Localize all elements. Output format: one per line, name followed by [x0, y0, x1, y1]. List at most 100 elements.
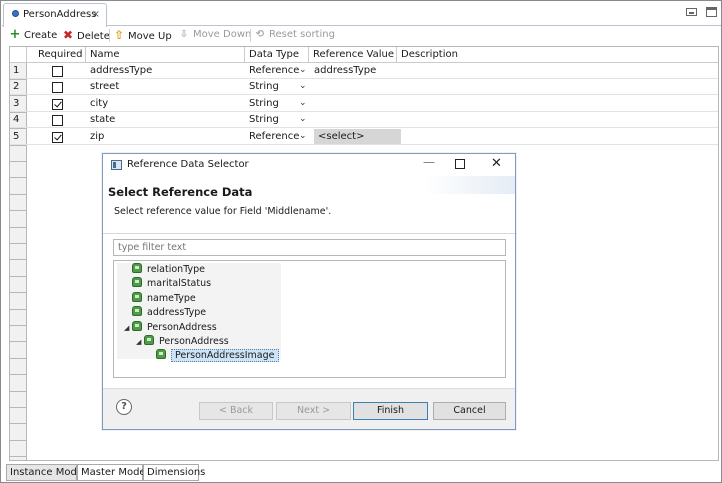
header-data-type[interactable]: Data Type: [245, 47, 309, 63]
tab-dimensions[interactable]: Dimensions: [143, 464, 205, 481]
tree-node[interactable]: PersonAddressImage: [148, 349, 279, 363]
chevron-down-icon[interactable]: ⌄: [299, 79, 307, 94]
reference-node-icon: [132, 291, 142, 302]
row-gridline: [10, 95, 27, 97]
help-icon[interactable]: ?: [116, 399, 132, 415]
close-icon[interactable]: ✕: [491, 156, 502, 171]
chevron-down-icon[interactable]: ⌄: [299, 112, 307, 127]
filter-input[interactable]: [113, 239, 506, 256]
tree-node-label: nameType: [147, 292, 196, 304]
table-header: Required Name Data Type Reference Value …: [10, 47, 718, 63]
move-up-button[interactable]: ⇧ Move Up: [113, 28, 172, 44]
field-name[interactable]: zip: [90, 129, 104, 144]
header-required[interactable]: Required: [27, 47, 86, 63]
maximize-icon[interactable]: [455, 159, 465, 169]
row-gridline: [10, 111, 27, 113]
data-type[interactable]: String: [249, 112, 279, 127]
row-gridline: [10, 193, 27, 195]
table-row[interactable]: 1 addressType Reference ⌄ addressType: [10, 63, 718, 79]
cancel-button[interactable]: Cancel: [433, 402, 506, 420]
field-name[interactable]: street: [90, 79, 119, 94]
field-name[interactable]: city: [90, 96, 108, 111]
row-gridline: [10, 308, 27, 310]
tree-node-label: PersonAddressImage: [171, 349, 279, 363]
minimize-view-button[interactable]: [686, 8, 697, 16]
delete-button[interactable]: ✖ Delete: [62, 28, 110, 44]
reset-sorting-button[interactable]: ⟲ Reset sorting: [254, 28, 335, 44]
chevron-down-icon[interactable]: ⌄: [299, 129, 307, 144]
reference-node-icon: [132, 306, 142, 317]
back-button[interactable]: < Back: [199, 402, 273, 420]
table-row[interactable]: 5 zip Reference ⌄ <select>: [10, 128, 718, 145]
row-number: 3: [13, 97, 20, 109]
required-checkbox[interactable]: [52, 98, 63, 110]
reference-node-icon: [156, 349, 166, 360]
tree-node[interactable]: maritalStatus: [124, 277, 211, 291]
tree-node[interactable]: ◢ PersonAddress: [124, 320, 217, 335]
required-checkbox[interactable]: [52, 82, 63, 94]
toolbar-separator: [250, 29, 251, 42]
dialog-header: Select Reference Data Select reference v…: [103, 176, 515, 234]
tree-node[interactable]: relationType: [124, 263, 205, 277]
dialog-window-icon: [111, 160, 122, 170]
reference-value[interactable]: <select>: [314, 128, 401, 144]
row-gridline: [10, 243, 27, 244]
tree-node[interactable]: nameType: [124, 291, 196, 306]
required-checkbox[interactable]: [52, 131, 63, 143]
table-row[interactable]: 3 city String ⌄: [10, 96, 718, 112]
finish-button[interactable]: Finish: [353, 402, 428, 420]
required-checkbox[interactable]: [52, 66, 63, 77]
minimize-icon[interactable]: —: [423, 155, 435, 169]
chevron-down-icon[interactable]: ⌄: [299, 63, 307, 78]
row-gridline: [10, 177, 27, 179]
maximize-view-button[interactable]: [706, 7, 717, 17]
row-gridline: [10, 390, 27, 392]
row-gridline: [10, 79, 27, 80]
editor-tab-personaddress[interactable]: PersonAddress ×: [3, 3, 107, 27]
close-icon[interactable]: ×: [92, 9, 100, 20]
data-type[interactable]: String: [249, 79, 279, 94]
row-gridline: [10, 374, 27, 376]
tree-node[interactable]: addressType: [124, 306, 206, 320]
model-icon: [12, 10, 19, 17]
field-name[interactable]: addressType: [90, 63, 152, 78]
expand-triangle-icon[interactable]: ◢: [136, 335, 144, 349]
create-label: Create: [24, 30, 58, 41]
reference-data-selector-dialog: Reference Data Selector — ✕ Select Refer…: [102, 153, 516, 430]
row-number: 4: [13, 114, 20, 126]
header-description[interactable]: Description: [397, 47, 718, 63]
row-gridline: [10, 161, 27, 162]
required-checkbox[interactable]: [52, 115, 63, 127]
move-down-label: Move Down: [193, 29, 252, 40]
tree-node[interactable]: ◢ PersonAddress: [136, 335, 229, 349]
toolbar: + Create ✖ Delete ⇧ Move Up ⇩ Move Down ⟲ Res…: [5, 28, 405, 44]
data-type[interactable]: Reference: [249, 63, 299, 78]
header-reference-value[interactable]: Reference Value: [309, 47, 397, 63]
move-up-label: Move Up: [128, 31, 172, 42]
data-type[interactable]: String: [249, 96, 279, 111]
reference-value[interactable]: addressType: [314, 63, 376, 78]
data-type[interactable]: Reference: [249, 129, 299, 144]
tree-node-label: maritalStatus: [147, 278, 212, 290]
table-row[interactable]: 4 state String ⌄: [10, 112, 718, 129]
field-name[interactable]: state: [90, 112, 115, 127]
move-down-button[interactable]: ⇩ Move Down: [178, 28, 252, 44]
row-gridline: [10, 325, 27, 326]
arrow-up-icon: ⇧: [113, 28, 125, 42]
chevron-down-icon[interactable]: ⌄: [299, 96, 307, 111]
row-gridline: [10, 144, 27, 146]
header-name[interactable]: Name: [86, 47, 245, 63]
editor-tab-bar: PersonAddress ×: [2, 2, 721, 27]
table-row[interactable]: 2 street String ⌄: [10, 79, 718, 96]
expand-triangle-icon[interactable]: ◢: [124, 321, 132, 335]
tree-node-label: PersonAddress: [159, 336, 229, 347]
next-button[interactable]: Next >: [276, 402, 351, 420]
tab-instance-model[interactable]: Instance Model: [6, 464, 86, 481]
row-gridline: [10, 456, 27, 458]
create-button[interactable]: + Create: [9, 28, 58, 44]
row-gridline: [10, 341, 27, 343]
reference-node-icon: [132, 320, 142, 331]
toolbar-separator: [109, 29, 110, 42]
tab-master-model[interactable]: Master Model: [77, 464, 148, 481]
row-gridline: [10, 357, 27, 359]
